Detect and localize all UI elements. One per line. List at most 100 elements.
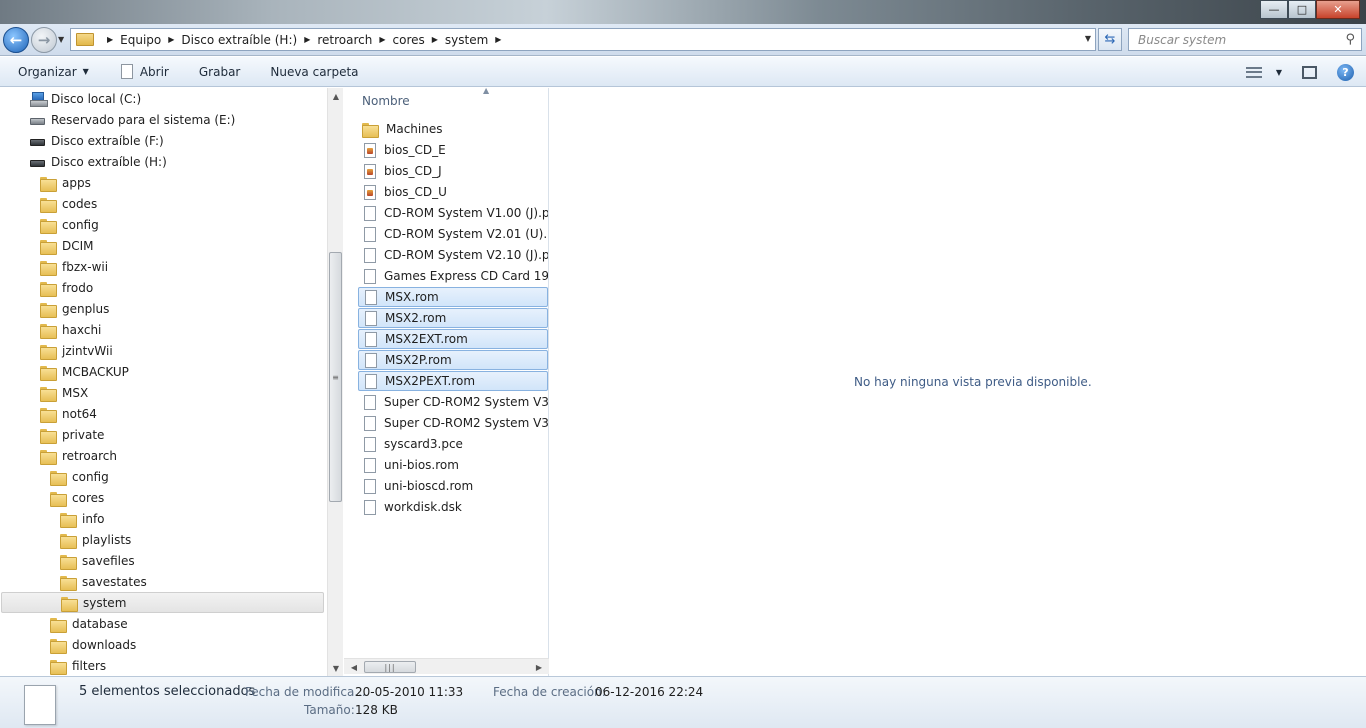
nav-item[interactable]: frodo xyxy=(40,277,93,298)
scrollbar-thumb[interactable]: ≡ xyxy=(329,252,342,502)
nav-item-label: MCBACKUP xyxy=(62,364,129,379)
file-item[interactable]: workdisk.dsk xyxy=(358,497,548,517)
file-item[interactable]: Super CD-ROM2 System V3.00 ( xyxy=(358,392,548,412)
folder-icon xyxy=(40,197,57,213)
folder-icon xyxy=(40,260,57,276)
search-input[interactable]: Buscar system ⚲ xyxy=(1128,28,1362,51)
file-item[interactable]: CD-ROM System V2.01 (U).pce xyxy=(358,224,548,244)
breadcrumb-separator-icon[interactable]: ▶ xyxy=(107,35,113,44)
file-item[interactable]: uni-bios.rom xyxy=(358,455,548,475)
file-item[interactable]: MSX2P.rom xyxy=(358,350,548,370)
back-button[interactable]: ← xyxy=(3,27,29,53)
refresh-button[interactable]: ⇆ xyxy=(1098,28,1122,51)
nav-item[interactable]: jzintvWii xyxy=(40,340,113,361)
nav-item[interactable]: playlists xyxy=(60,529,131,550)
file-item[interactable]: uni-bioscd.rom xyxy=(358,476,548,496)
file-horizontal-scrollbar[interactable]: ◀ ||| ▶ xyxy=(344,658,549,674)
file-item[interactable]: bios_CD_E xyxy=(358,140,548,160)
breadcrumb-item[interactable]: system ▶ xyxy=(445,33,509,47)
address-bar[interactable]: ▶ Equipo ▶ Disco extraíble (H:) ▶ retroarc… xyxy=(70,28,1096,51)
maximize-button[interactable]: □ xyxy=(1288,0,1316,19)
column-header-name[interactable]: Nombre ▲ xyxy=(344,86,549,114)
file-name: Games Express CD Card 1993 (J) xyxy=(384,269,548,283)
nav-item[interactable]: system xyxy=(1,592,324,613)
scroll-down-icon[interactable]: ▼ xyxy=(328,660,344,676)
burn-button[interactable]: Grabar xyxy=(199,57,241,87)
nav-item[interactable]: Reservado para el sistema (E:) xyxy=(30,109,235,130)
nav-item[interactable]: Disco local (C:) xyxy=(30,88,141,109)
file-item[interactable]: bios_CD_U xyxy=(358,182,548,202)
nav-item[interactable]: config xyxy=(50,466,109,487)
nav-item[interactable]: fbzx-wii xyxy=(40,256,108,277)
nav-item[interactable]: downloads xyxy=(50,634,136,655)
modified-value[interactable]: 20-05-2010 11:33 xyxy=(355,685,463,699)
nav-item[interactable]: MCBACKUP xyxy=(40,361,129,382)
nav-item[interactable]: codes xyxy=(40,193,97,214)
file-item[interactable]: CD-ROM System V2.10 (J).pce xyxy=(358,245,548,265)
folder-icon xyxy=(40,323,57,339)
document-icon xyxy=(24,685,56,725)
breadcrumb-separator-icon[interactable]: ▶ xyxy=(168,35,174,44)
nav-item[interactable]: DCIM xyxy=(40,235,94,256)
file-item[interactable]: bios_CD_J xyxy=(358,161,548,181)
open-button[interactable]: Abrir xyxy=(120,57,169,87)
file-item[interactable]: MSX.rom xyxy=(358,287,548,307)
organize-button[interactable]: Organizar ▼ xyxy=(18,57,89,87)
folder-icon xyxy=(50,638,67,654)
nav-item[interactable]: savefiles xyxy=(60,550,135,571)
file-icon xyxy=(365,289,377,305)
breadcrumb-separator-icon[interactable]: ▶ xyxy=(432,35,438,44)
nav-item[interactable]: retroarch xyxy=(40,445,117,466)
breadcrumb-item[interactable]: Equipo ▶ xyxy=(120,33,181,47)
breadcrumb-separator-icon[interactable]: ▶ xyxy=(495,35,501,44)
recent-locations-dropdown[interactable]: ▼ xyxy=(58,35,64,44)
file-name: Machines xyxy=(386,122,443,136)
new-folder-button[interactable]: Nueva carpeta xyxy=(270,57,358,87)
minimize-button[interactable]: — xyxy=(1260,0,1288,19)
file-item[interactable]: Super CD-ROM2 System V3.01 ( xyxy=(358,413,548,433)
file-item[interactable]: MSX2.rom xyxy=(358,308,548,328)
change-view-button[interactable]: ▼ xyxy=(1245,57,1282,87)
nav-item[interactable]: genplus xyxy=(40,298,109,319)
created-value[interactable]: 06-12-2016 22:24 xyxy=(595,685,703,699)
nav-item-label: filters xyxy=(72,658,107,673)
scrollbar-thumb[interactable]: ||| xyxy=(364,661,416,673)
nav-item[interactable]: Disco extraíble (F:) xyxy=(30,130,164,151)
close-button[interactable]: ✕ xyxy=(1316,0,1360,19)
nav-item[interactable]: apps xyxy=(40,172,91,193)
nav-item[interactable]: not64 xyxy=(40,403,97,424)
breadcrumb-separator-icon[interactable]: ▶ xyxy=(379,35,385,44)
nav-item[interactable]: database xyxy=(50,613,128,634)
nav-item[interactable]: filters xyxy=(50,655,106,676)
nav-item[interactable]: info xyxy=(60,508,105,529)
nav-vertical-scrollbar[interactable]: ▲ ≡ ▼ xyxy=(327,88,343,676)
file-icon xyxy=(364,436,376,452)
file-item[interactable]: Games Express CD Card 1993 (J) xyxy=(358,266,548,286)
search-icon[interactable]: ⚲ xyxy=(1345,32,1355,47)
nav-item[interactable]: Disco extraíble (H:) xyxy=(30,151,167,172)
nav-item[interactable]: haxchi xyxy=(40,319,101,340)
file-item[interactable]: MSX2EXT.rom xyxy=(358,329,548,349)
preview-pane-toggle[interactable] xyxy=(1302,65,1317,79)
scroll-left-icon[interactable]: ◀ xyxy=(346,659,362,675)
scroll-up-icon[interactable]: ▲ xyxy=(328,88,344,104)
folder-icon xyxy=(60,575,77,591)
forward-button[interactable]: → xyxy=(31,27,57,53)
breadcrumb-item[interactable]: retroarch ▶ xyxy=(317,33,392,47)
nav-item[interactable]: MSX xyxy=(40,382,88,403)
document-icon xyxy=(120,64,133,79)
file-item[interactable]: syscard3.pce xyxy=(358,434,548,454)
folder-item[interactable]: Machines xyxy=(358,119,548,139)
file-item[interactable]: CD-ROM System V1.00 (J).pce xyxy=(358,203,548,223)
nav-item[interactable]: config xyxy=(40,214,99,235)
nav-item[interactable]: private xyxy=(40,424,104,445)
breadcrumb-separator-icon[interactable]: ▶ xyxy=(304,35,310,44)
breadcrumb-item[interactable]: Disco extraíble (H:) ▶ xyxy=(181,33,317,47)
nav-item[interactable]: savestates xyxy=(60,571,147,592)
file-item[interactable]: MSX2PEXT.rom xyxy=(358,371,548,391)
address-history-dropdown[interactable]: ▼ xyxy=(1085,34,1091,43)
scroll-right-icon[interactable]: ▶ xyxy=(531,659,547,675)
help-icon[interactable]: ? xyxy=(1337,63,1354,81)
breadcrumb-item[interactable]: cores ▶ xyxy=(393,33,445,47)
nav-item[interactable]: cores xyxy=(50,487,104,508)
